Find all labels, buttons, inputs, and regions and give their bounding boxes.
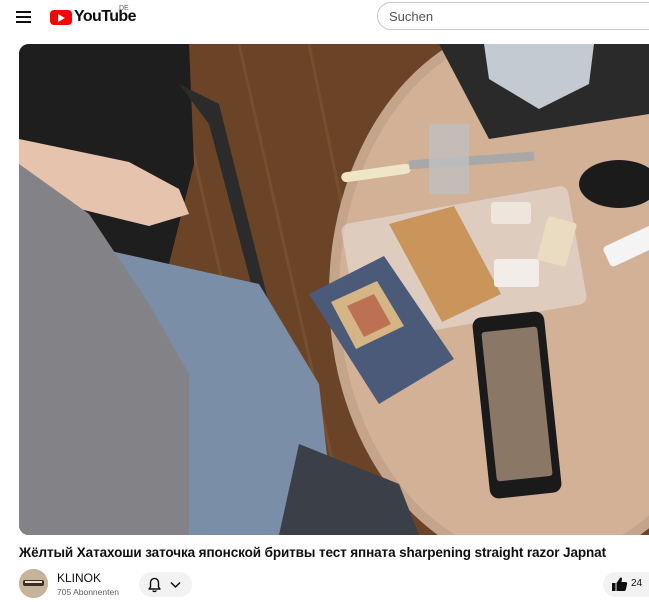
video-player[interactable] xyxy=(19,44,649,535)
thumbs-up-icon xyxy=(612,577,628,591)
subscriber-count: 705 Abonnenten xyxy=(57,587,119,597)
search-input[interactable] xyxy=(377,2,649,30)
avatar-image xyxy=(19,569,48,598)
video-title: Жёлтый Хатахоши заточка японской бритвы … xyxy=(19,545,606,560)
channel-avatar[interactable] xyxy=(19,569,48,598)
like-button[interactable]: 24 xyxy=(603,572,649,597)
youtube-play-icon xyxy=(50,9,72,25)
top-bar: YouTube DE xyxy=(0,0,649,34)
country-code: DE xyxy=(119,5,129,12)
chevron-down-icon xyxy=(170,581,181,589)
video-frame xyxy=(19,44,649,535)
hamburger-menu-icon[interactable] xyxy=(12,6,36,28)
bell-icon xyxy=(148,577,181,593)
like-count: 24 xyxy=(631,578,643,589)
notification-bell-button[interactable] xyxy=(139,572,192,597)
channel-name[interactable]: KLINOK xyxy=(57,571,101,585)
